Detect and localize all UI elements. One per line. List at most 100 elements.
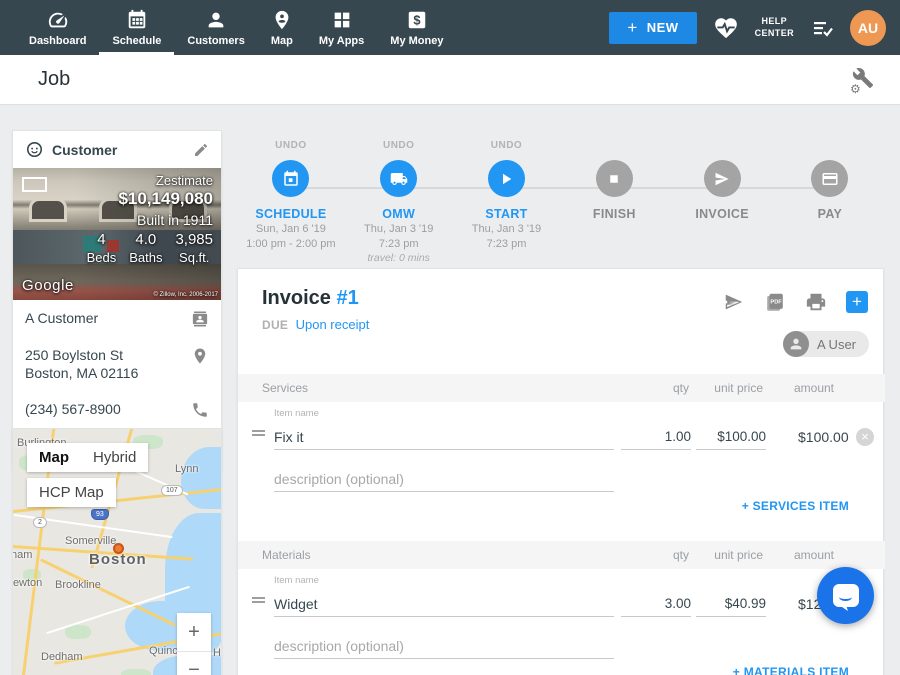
zoom-in-button[interactable]: + — [177, 613, 211, 651]
invoice-number[interactable]: #1 — [336, 287, 358, 309]
nav-dashboard[interactable]: Dashboard — [16, 0, 99, 55]
send-invoice-button[interactable] — [723, 291, 745, 313]
nav-dashboard-label: Dashboard — [29, 35, 86, 47]
assignee-chip[interactable]: A User — [783, 331, 869, 357]
nav-right-cluster: +NEW HELPCENTER AU — [609, 0, 900, 55]
undo-link[interactable]: UNDO — [275, 140, 306, 152]
add-invoice-button[interactable]: + — [846, 291, 868, 313]
health-heart-icon[interactable] — [713, 15, 739, 41]
nav-my-apps[interactable]: My Apps — [306, 0, 377, 55]
job-location-marker[interactable] — [113, 543, 124, 554]
invoice-title: Invoice #1 — [262, 287, 359, 310]
due-value-link[interactable]: Upon receipt — [296, 317, 370, 332]
apps-grid-icon — [331, 9, 353, 31]
job-status-timeline: UNDO SCHEDULE Sun, Jan 6 '19 1:00 pm - 2… — [237, 140, 884, 265]
unit-price-column-header: unit price — [693, 381, 763, 395]
pay-step-button[interactable] — [811, 160, 848, 197]
nav-map[interactable]: Map — [258, 0, 306, 55]
nav-schedule[interactable]: Schedule — [99, 0, 174, 55]
streetview-icon[interactable] — [22, 177, 47, 192]
hcp-map-button[interactable]: HCP Map — [27, 478, 116, 507]
zoom-out-button[interactable]: − — [177, 651, 211, 675]
nav-items: Dashboard Schedule Customers Map My Apps… — [0, 0, 456, 55]
help-center-link[interactable]: HELPCENTER — [755, 16, 794, 39]
service-description-input[interactable] — [274, 466, 614, 492]
material-qty-input[interactable] — [621, 591, 691, 617]
pdf-button[interactable]: PDF — [764, 291, 786, 313]
send-icon — [713, 170, 731, 188]
qty-column-header: qty — [619, 548, 689, 562]
amount-column-header: amount — [764, 381, 834, 395]
new-button[interactable]: +NEW — [609, 12, 696, 44]
calendar-icon — [126, 9, 148, 31]
undo-link[interactable]: UNDO — [383, 140, 414, 152]
due-line: DUE Upon receipt — [262, 317, 369, 332]
add-materials-item-link[interactable]: + MATERIALS ITEM — [733, 665, 849, 675]
map-type-hybrid-button[interactable]: Hybrid — [81, 443, 148, 472]
service-qty-input[interactable] — [621, 424, 691, 450]
map-canvas[interactable]: Burlington Lynn Somerville Boston ham Ne… — [13, 429, 221, 675]
service-name-input[interactable] — [274, 424, 614, 450]
edit-customer-button[interactable] — [193, 142, 209, 158]
start-step-button[interactable] — [488, 160, 525, 197]
property-photo[interactable]: Zestimate $10,149,080 Built in 1911 4Bed… — [13, 168, 221, 300]
drag-handle[interactable] — [252, 595, 265, 605]
material-description-input[interactable] — [274, 633, 614, 659]
stop-icon — [605, 170, 623, 188]
map-label: Hi — [213, 647, 221, 659]
user-avatar[interactable]: AU — [850, 10, 886, 46]
item-name-label: Item name — [274, 575, 319, 586]
undo-link[interactable]: UNDO — [491, 140, 522, 152]
materials-header-row: Materials qty unit price amount — [238, 541, 885, 569]
print-button[interactable] — [805, 291, 827, 313]
timeline-step-invoice: INVOICE — [668, 140, 776, 264]
nav-customers[interactable]: Customers — [174, 0, 257, 55]
nav-my-money[interactable]: $ My Money — [377, 0, 456, 55]
service-amount: $100.00 — [798, 429, 849, 445]
drag-handle[interactable] — [252, 428, 265, 438]
assignee-name: A User — [817, 337, 856, 352]
invoice-card: Invoice #1 PDF + DUE Upon receipt A User… — [237, 268, 884, 675]
assignee-avatar — [783, 331, 809, 357]
map-label: Lynn — [175, 463, 198, 475]
chat-launcher-button[interactable] — [817, 567, 874, 624]
finish-step-button[interactable] — [596, 160, 633, 197]
service-unit-price-input[interactable] — [696, 424, 766, 450]
person-icon — [205, 9, 227, 31]
omw-step-button[interactable] — [380, 160, 417, 197]
nav-my-money-label: My Money — [390, 35, 443, 47]
due-label: DUE — [262, 318, 288, 332]
route-shield-93: 93 — [91, 509, 109, 520]
customer-address-row[interactable]: 250 Boylston StBoston, MA 02116 — [13, 337, 221, 391]
zestimate-label: Zestimate — [156, 173, 213, 188]
map-type-map-button[interactable]: Map — [27, 443, 81, 472]
address-line2: Boston, MA 02116 — [25, 365, 138, 381]
map-label: Brookline — [55, 579, 101, 591]
services-header-row: Services qty unit price amount — [238, 374, 885, 402]
material-unit-price-input[interactable] — [696, 591, 766, 617]
customer-phone: (234) 567-8900 — [25, 401, 121, 419]
schedule-step-button[interactable] — [272, 160, 309, 197]
add-services-item-link[interactable]: + SERVICES ITEM — [742, 499, 849, 513]
amount-column-header: amount — [764, 548, 834, 562]
timeline-step-start: UNDO START Thu, Jan 3 '19 7:23 pm — [453, 140, 561, 264]
invoice-step-button[interactable] — [704, 160, 741, 197]
delete-item-button[interactable]: × — [856, 428, 874, 446]
customer-card-header: Customer — [13, 131, 221, 168]
google-logo: Google — [22, 277, 74, 294]
map-type-toggle: Map Hybrid — [27, 443, 148, 472]
activity-checklist-icon[interactable] — [810, 16, 834, 40]
credit-card-icon — [821, 170, 839, 188]
calendar-icon — [282, 170, 300, 188]
customer-phone-row[interactable]: (234) 567-8900 — [13, 391, 221, 428]
page-header: Job ⚙ — [0, 55, 900, 105]
material-name-input[interactable] — [274, 591, 614, 617]
job-settings-button[interactable]: ⚙ — [852, 67, 878, 93]
timeline-step-finish: FINISH — [560, 140, 668, 264]
svg-text:PDF: PDF — [770, 299, 782, 305]
top-navigation: Dashboard Schedule Customers Map My Apps… — [0, 0, 900, 55]
phone-icon — [191, 401, 209, 419]
contact-card-icon — [191, 310, 209, 328]
customer-name-row[interactable]: A Customer — [13, 300, 221, 337]
nav-my-apps-label: My Apps — [319, 35, 364, 47]
